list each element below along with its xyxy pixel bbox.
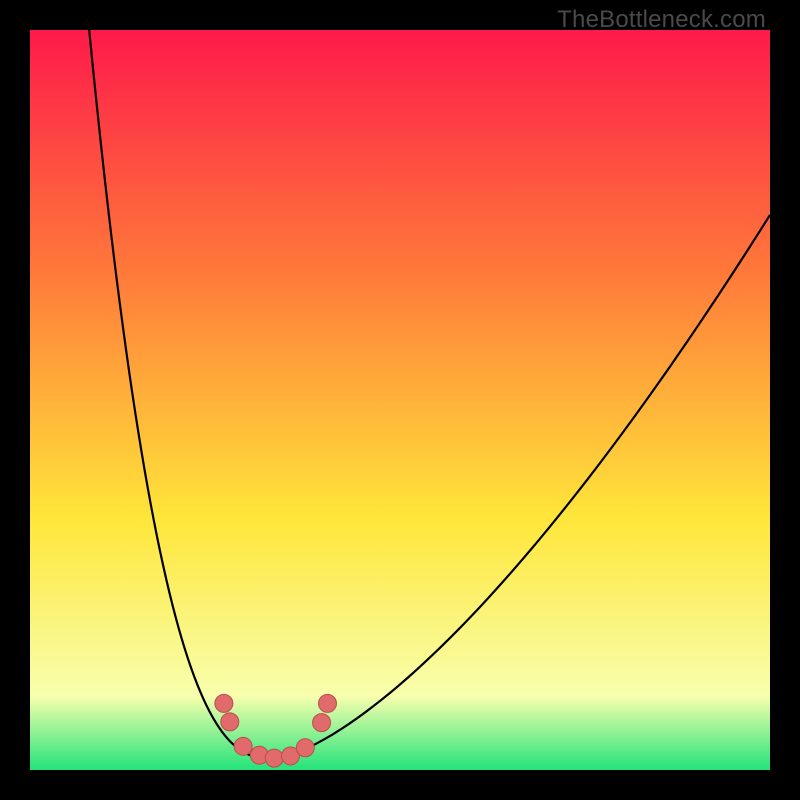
data-dot <box>234 737 252 755</box>
gradient-background <box>30 30 770 770</box>
data-dot <box>221 713 239 731</box>
data-dot <box>215 694 233 712</box>
data-dot <box>313 714 331 732</box>
data-dot <box>296 739 314 757</box>
outer-frame: TheBottleneck.com <box>0 0 800 800</box>
data-dot <box>318 694 336 712</box>
watermark-text: TheBottleneck.com <box>557 6 766 34</box>
chart-canvas <box>30 30 770 770</box>
data-dot <box>265 749 283 767</box>
